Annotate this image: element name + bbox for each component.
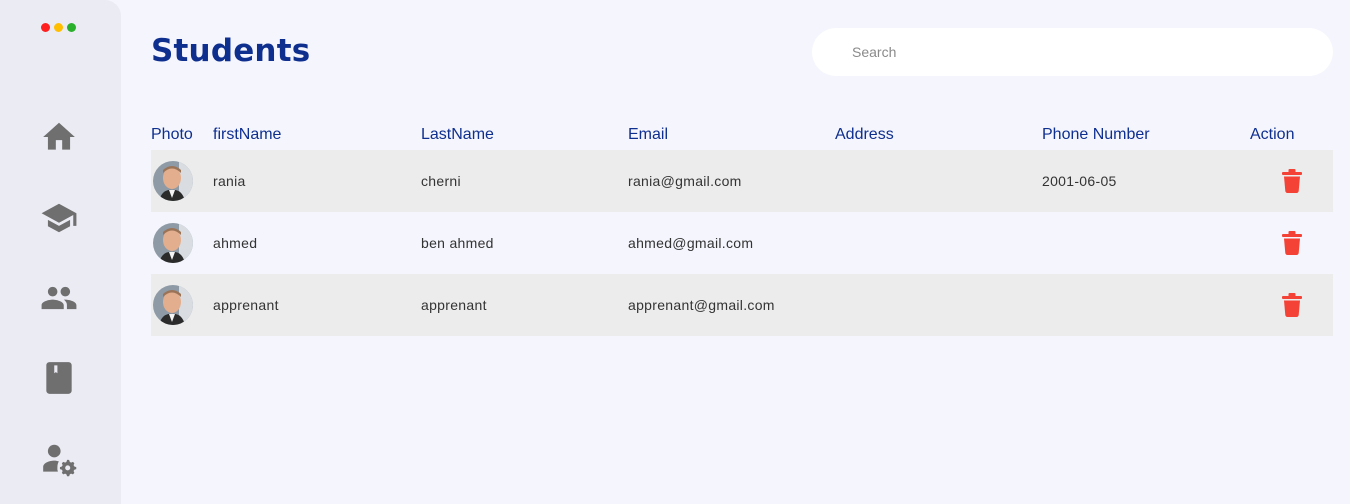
trash-icon [1282,231,1302,255]
window-maximize-dot[interactable] [67,23,76,32]
book-icon [46,362,72,394]
avatar [153,223,193,263]
avatar [153,161,193,201]
page-title: Students [151,33,311,69]
students-table: Photo firstName LastName Email Address P… [151,126,1333,336]
sidebar-item-people[interactable] [36,275,82,321]
search-input[interactable] [812,28,1333,76]
sidebar-item-home[interactable] [36,114,82,160]
column-header-action: Action [1250,126,1295,143]
window-controls [41,23,76,32]
column-header-email[interactable]: Email [628,126,668,144]
window-minimize-dot[interactable] [54,23,63,32]
sidebar-item-settings[interactable] [36,436,82,482]
table-row: ahmed ben ahmed ahmed@gmail.com [151,212,1333,274]
cell-email: rania@gmail.com [628,173,742,189]
window-close-dot[interactable] [41,23,50,32]
cell-firstname: rania [213,173,246,189]
home-icon [43,122,75,150]
cell-lastname: cherni [421,173,461,189]
trash-icon [1282,169,1302,193]
graduation-cap-icon [41,203,77,233]
cell-firstname: ahmed [213,235,258,251]
column-header-lastname[interactable]: LastName [421,126,494,144]
trash-icon [1282,293,1302,317]
cell-lastname: apprenant [421,297,487,313]
cell-email: apprenant@gmail.com [628,297,775,313]
delete-button[interactable] [1280,292,1304,318]
people-icon [41,286,77,310]
sidebar-item-students[interactable] [36,195,82,241]
column-header-phone[interactable]: Phone Number [1042,126,1150,144]
delete-button[interactable] [1280,230,1304,256]
cell-lastname: ben ahmed [421,235,494,251]
cell-phone: 2001-06-05 [1042,173,1117,189]
table-row: apprenant apprenant apprenant@gmail.com [151,274,1333,336]
avatar [153,285,193,325]
cell-email: ahmed@gmail.com [628,235,754,251]
cell-firstname: apprenant [213,297,279,313]
table-row: rania cherni rania@gmail.com 2001-06-05 [151,150,1333,212]
user-settings-icon [43,444,77,477]
column-header-firstname[interactable]: firstName [213,126,281,144]
sidebar-item-courses[interactable] [36,355,82,401]
table-header: Photo firstName LastName Email Address P… [151,126,1333,150]
column-header-address[interactable]: Address [835,126,894,144]
sidebar [0,0,121,504]
column-header-photo[interactable]: Photo [151,126,193,144]
delete-button[interactable] [1280,168,1304,194]
